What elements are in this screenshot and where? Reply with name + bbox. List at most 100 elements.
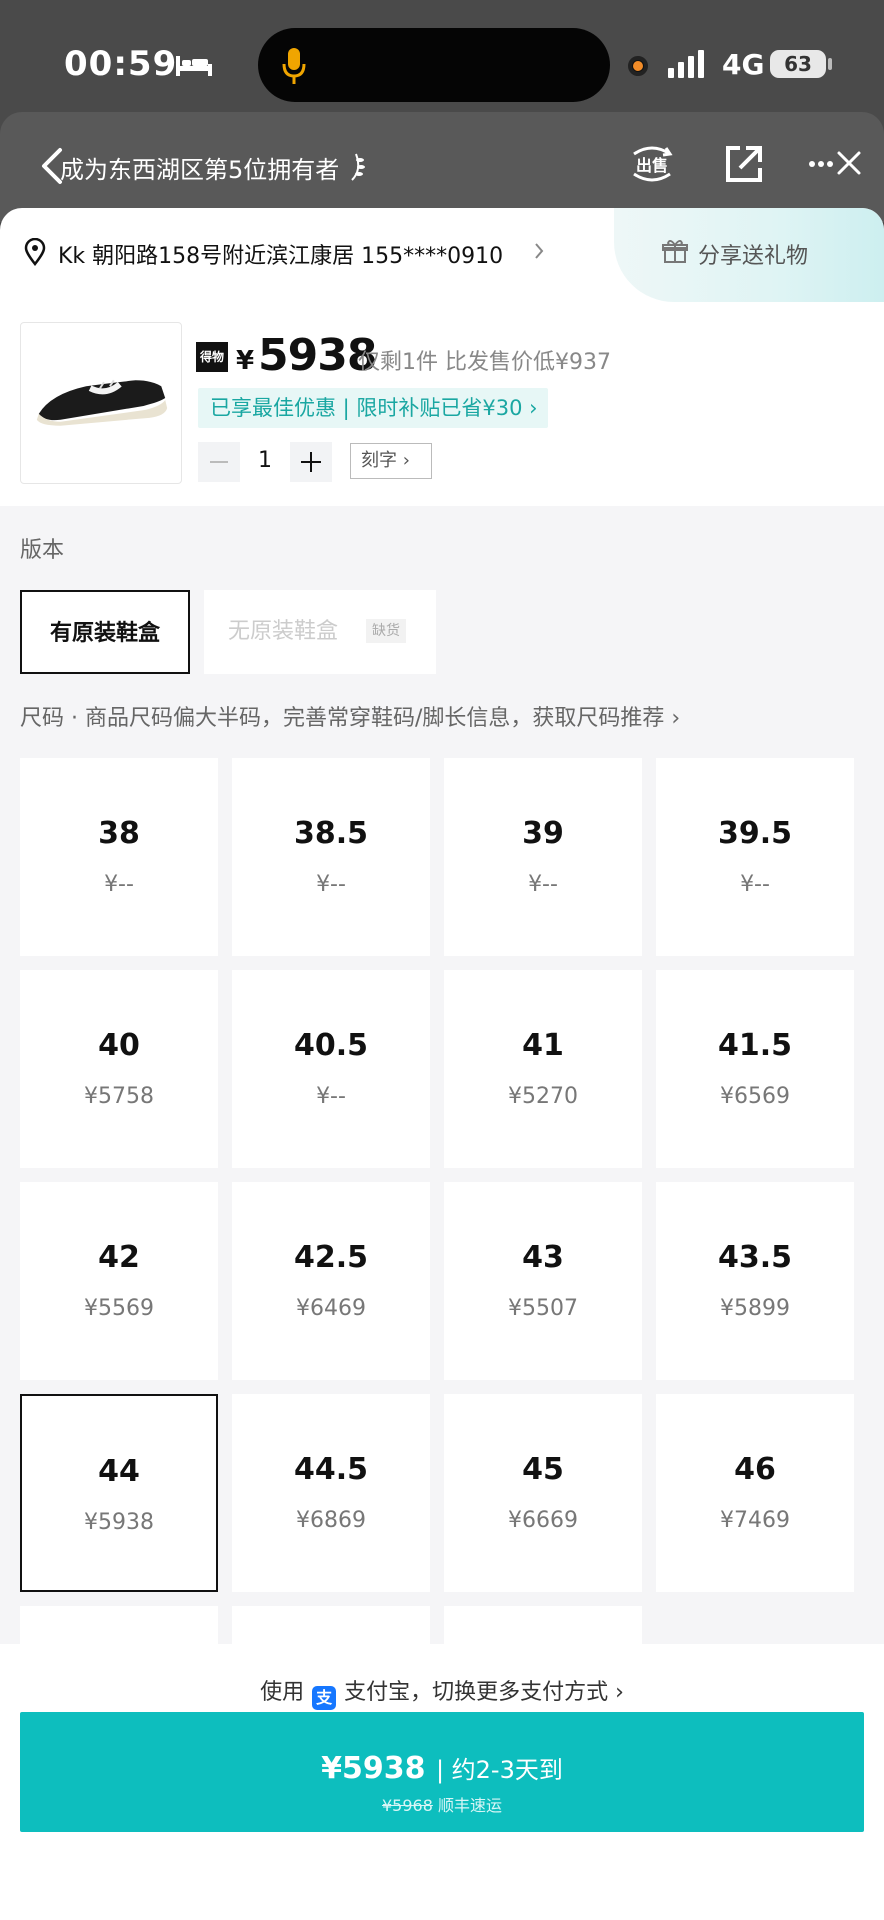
buy-price-line: ¥5938 | 约2-3天到 xyxy=(20,1750,864,1786)
status-bar: 00:59 4G 63 xyxy=(0,0,884,120)
buy-eta: | 约2-3天到 xyxy=(435,1756,563,1784)
size-option-price: ¥-- xyxy=(528,872,558,897)
laurel-icon xyxy=(351,153,365,181)
buy-subline: ¥5968 顺丰速运 xyxy=(20,1792,864,1816)
size-option-price: ¥-- xyxy=(104,872,134,897)
size-option[interactable]: 42 ¥5569 xyxy=(20,1182,218,1380)
payment-method-switch[interactable]: 使用支支付宝，切换更多支付方式 › xyxy=(0,1674,884,1710)
size-option[interactable]: 39 ¥-- xyxy=(444,758,642,956)
buy-button[interactable]: ¥5938 | 约2-3天到 ¥5968 顺丰速运 xyxy=(20,1712,864,1832)
sell-icon[interactable]: 出售 xyxy=(628,140,676,188)
quantity-value: 1 xyxy=(258,448,272,473)
size-option-size: 43 xyxy=(522,1240,564,1275)
quantity-decrease-button[interactable] xyxy=(198,442,240,482)
battery-icon: 63 xyxy=(770,50,826,78)
close-icon[interactable] xyxy=(836,150,862,176)
size-option-price: ¥-- xyxy=(740,872,770,897)
microphone-icon xyxy=(282,48,306,84)
payment-suffix: 支付宝，切换更多支付方式 › xyxy=(344,1680,624,1705)
out-of-stock-badge: 缺货 xyxy=(366,619,406,643)
size-option-partial[interactable] xyxy=(232,1606,430,1644)
address-row[interactable]: Kk 朝阳路158号附近滨江康居 155****0910 分享送礼物 xyxy=(0,208,884,302)
address-text[interactable]: Kk 朝阳路158号附近滨江康居 155****0910 xyxy=(58,238,503,270)
quantity-increase-button[interactable] xyxy=(290,442,332,482)
dewu-badge: 得物 xyxy=(196,342,228,372)
size-option-size: 40.5 xyxy=(293,1028,369,1063)
version-label: 版本 xyxy=(20,538,65,563)
size-option[interactable]: 41 ¥5270 xyxy=(444,970,642,1168)
sleep-bed-icon xyxy=(176,56,212,76)
size-option[interactable]: 41.5 ¥6569 xyxy=(656,970,854,1168)
size-option[interactable]: 44.5 ¥6869 xyxy=(232,1394,430,1592)
size-option-price: ¥6569 xyxy=(720,1084,790,1109)
size-option-size: 39 xyxy=(522,816,564,851)
size-option-size: 46 xyxy=(734,1452,776,1487)
size-option-price: ¥7469 xyxy=(720,1508,790,1533)
size-option-price: ¥5938 xyxy=(84,1510,154,1535)
gift-icon xyxy=(662,240,688,263)
network-type: 4G xyxy=(722,48,765,81)
size-option-size: 44.5 xyxy=(293,1452,369,1487)
payment-prefix: 使用 xyxy=(260,1680,305,1705)
buy-old-price: ¥5968 xyxy=(381,1796,433,1815)
price-currency: ¥ xyxy=(236,346,255,376)
product-summary: 得物 ¥ 5938 仅剩1件 比发售价低¥937 已享最佳优惠 | 限时补贴已省… xyxy=(0,302,884,506)
size-option[interactable]: 40 ¥5758 xyxy=(20,970,218,1168)
buy-shipping: 顺丰速运 xyxy=(437,1796,502,1815)
size-option-size: 38.5 xyxy=(293,816,369,851)
size-option-price: ¥5507 xyxy=(508,1296,578,1321)
size-option[interactable]: 38.5 ¥-- xyxy=(232,758,430,956)
size-option[interactable]: 44 ¥5938 xyxy=(20,1394,218,1592)
options-panel: 版本 有原装鞋盒 无原装鞋盒 缺货 尺码 · 商品尺码偏大半码，完善常穿鞋码/脚… xyxy=(0,506,884,1644)
recording-indicator-icon xyxy=(628,56,648,76)
size-option-price: ¥5899 xyxy=(720,1296,790,1321)
dynamic-island xyxy=(258,28,610,102)
size-option-size: 39.5 xyxy=(717,816,793,851)
size-option[interactable]: 39.5 ¥-- xyxy=(656,758,854,956)
size-option[interactable]: 42.5 ¥6469 xyxy=(232,1182,430,1380)
more-icon[interactable] xyxy=(808,160,834,168)
size-option-price: ¥6869 xyxy=(296,1508,366,1533)
chevron-right-icon xyxy=(535,243,544,259)
size-option[interactable]: 43.5 ¥5899 xyxy=(656,1182,854,1380)
promo-banner[interactable]: 已享最佳优惠 | 限时补贴已省¥30 › xyxy=(198,388,548,428)
version-option-with-box[interactable]: 有原装鞋盒 xyxy=(20,590,190,674)
size-option-partial[interactable] xyxy=(20,1606,218,1644)
location-pin-icon xyxy=(24,238,46,266)
share-icon[interactable] xyxy=(722,142,766,186)
version-option-without-box[interactable]: 无原装鞋盒 缺货 xyxy=(204,590,436,674)
size-option[interactable]: 40.5 ¥-- xyxy=(232,970,430,1168)
size-option-size: 41 xyxy=(522,1028,564,1063)
size-option-price: ¥6469 xyxy=(296,1296,366,1321)
size-option-price: ¥5569 xyxy=(84,1296,154,1321)
size-option-size: 42.5 xyxy=(293,1240,369,1275)
cellular-signal-icon xyxy=(668,50,704,78)
size-option[interactable]: 38 ¥-- xyxy=(20,758,218,956)
size-option-size: 44 xyxy=(98,1454,140,1489)
size-option-partial[interactable] xyxy=(444,1606,642,1644)
size-option-price: ¥5270 xyxy=(508,1084,578,1109)
size-option-size: 43.5 xyxy=(717,1240,793,1275)
size-recommendation-link[interactable]: 尺码 · 商品尺码偏大半码，完善常穿鞋码/脚长信息，获取尺码推荐 › xyxy=(20,700,680,732)
share-gift-label[interactable]: 分享送礼物 xyxy=(698,238,808,270)
size-option[interactable]: 46 ¥7469 xyxy=(656,1394,854,1592)
size-option[interactable]: 43 ¥5507 xyxy=(444,1182,642,1380)
size-option-price: ¥5758 xyxy=(84,1084,154,1109)
battery-tip xyxy=(828,58,832,70)
version-option-label: 无原装鞋盒 xyxy=(228,619,339,644)
sell-label: 出售 xyxy=(636,156,668,175)
product-thumbnail xyxy=(20,322,182,484)
size-option-size: 45 xyxy=(522,1452,564,1487)
status-time: 00:59 xyxy=(64,44,178,84)
buy-price: ¥5938 xyxy=(321,1751,426,1786)
size-option-size: 42 xyxy=(98,1240,140,1275)
size-option[interactable]: 45 ¥6669 xyxy=(444,1394,642,1592)
engrave-button[interactable]: 刻字 › xyxy=(350,443,432,479)
size-option-price: ¥-- xyxy=(316,1084,346,1109)
size-option-price: ¥6669 xyxy=(508,1508,578,1533)
header-title: 成为东西湖区第5位拥有者 xyxy=(60,156,340,184)
alipay-icon: 支 xyxy=(312,1686,337,1710)
size-option-size: 41.5 xyxy=(717,1028,793,1063)
checkout-footer: 使用支支付宝，切换更多支付方式 › ¥5938 | 约2-3天到 ¥5968 顺… xyxy=(0,1644,884,1920)
size-option-size: 38 xyxy=(98,816,140,851)
